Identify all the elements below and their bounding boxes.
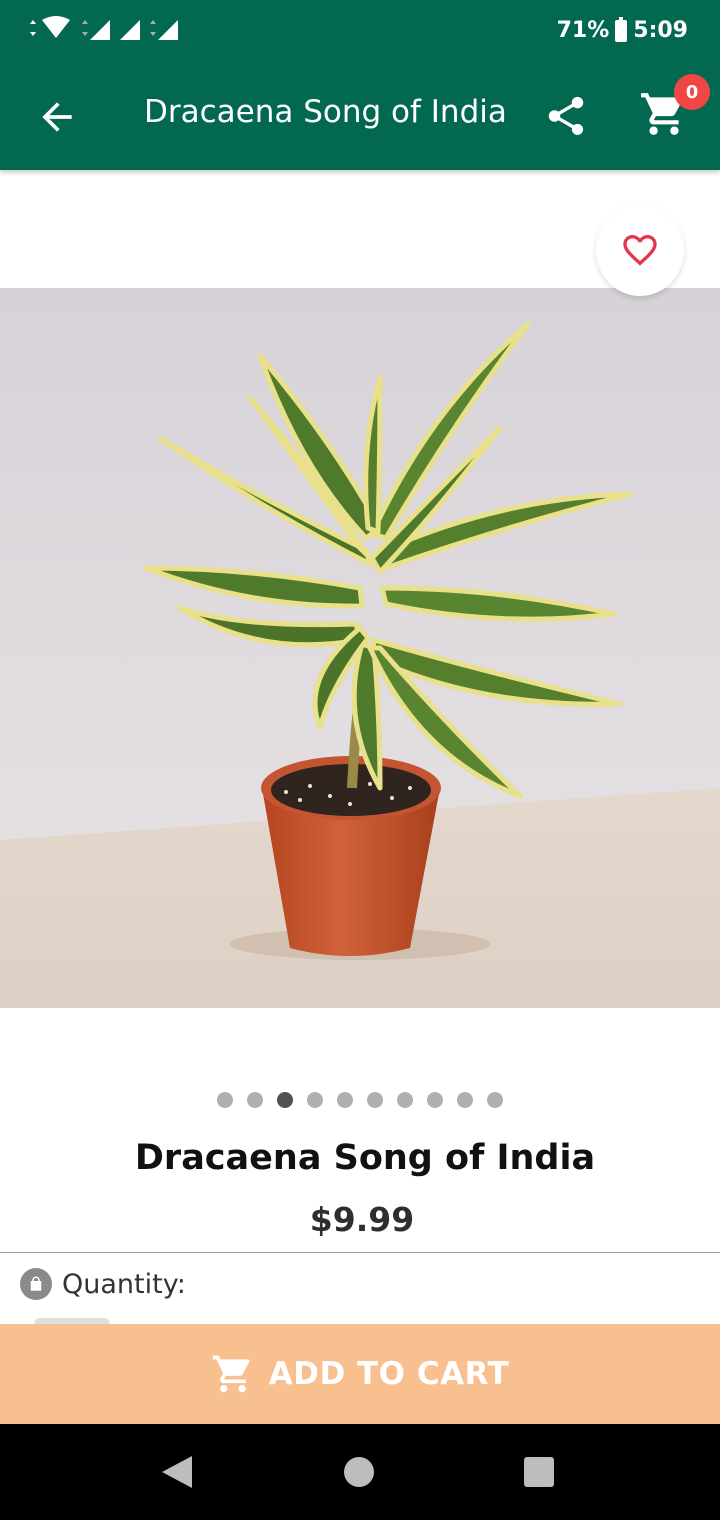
product-name: Dracaena Song of India [134, 1138, 596, 1178]
carousel-dot[interactable] [247, 1092, 263, 1108]
wishlist-button[interactable] [596, 204, 684, 296]
cart-count-badge: 0 [674, 74, 710, 110]
plant-illustration [0, 288, 720, 1008]
nav-back-icon[interactable] [158, 1454, 194, 1490]
carousel-dot[interactable] [367, 1092, 383, 1108]
carousel-dot[interactable] [337, 1092, 353, 1108]
carousel-dot-active[interactable] [277, 1092, 293, 1108]
signal-icon [82, 20, 110, 40]
carousel-dot[interactable] [307, 1092, 323, 1108]
carousel-dot[interactable] [427, 1092, 443, 1108]
divider [0, 1252, 720, 1253]
status-bar: 71% 5:09 [0, 0, 720, 64]
carousel-indicator [0, 1092, 720, 1108]
add-to-cart-label: ADD TO CART [268, 1356, 510, 1392]
system-nav-bar [0, 1424, 720, 1520]
signal-x-icon-2 [150, 20, 178, 40]
page-title: Dracaena Song of India [144, 94, 507, 130]
status-right: 71% 5:09 [556, 16, 688, 43]
battery-percent: 71% [556, 18, 610, 43]
heart-outline-icon [623, 235, 657, 266]
signal-x-icon [120, 20, 140, 40]
carousel-dot[interactable] [397, 1092, 413, 1108]
nav-recents-icon[interactable] [524, 1457, 554, 1487]
carousel-dot[interactable] [487, 1092, 503, 1108]
share-button[interactable] [538, 88, 594, 144]
nav-home-icon[interactable] [344, 1457, 374, 1487]
app-bar: Dracaena Song of India [0, 64, 720, 170]
product-price: $9.99 [309, 1200, 415, 1239]
carousel-dot[interactable] [457, 1092, 473, 1108]
cart-icon [212, 1355, 250, 1393]
wifi-icon [30, 16, 70, 38]
back-button[interactable] [30, 90, 84, 144]
quantity-label: Quantity: [62, 1268, 186, 1300]
add-to-cart-button[interactable]: ADD TO CART [0, 1324, 720, 1424]
battery-icon [615, 16, 628, 42]
share-icon [548, 96, 584, 136]
status-icons [28, 14, 182, 42]
product-image[interactable] [0, 288, 720, 1008]
arrow-left-icon [42, 102, 72, 132]
clock: 5:09 [633, 18, 688, 43]
bag-icon [20, 1268, 52, 1300]
carousel-dot[interactable] [217, 1092, 233, 1108]
quantity-row: Quantity: [20, 1268, 186, 1300]
